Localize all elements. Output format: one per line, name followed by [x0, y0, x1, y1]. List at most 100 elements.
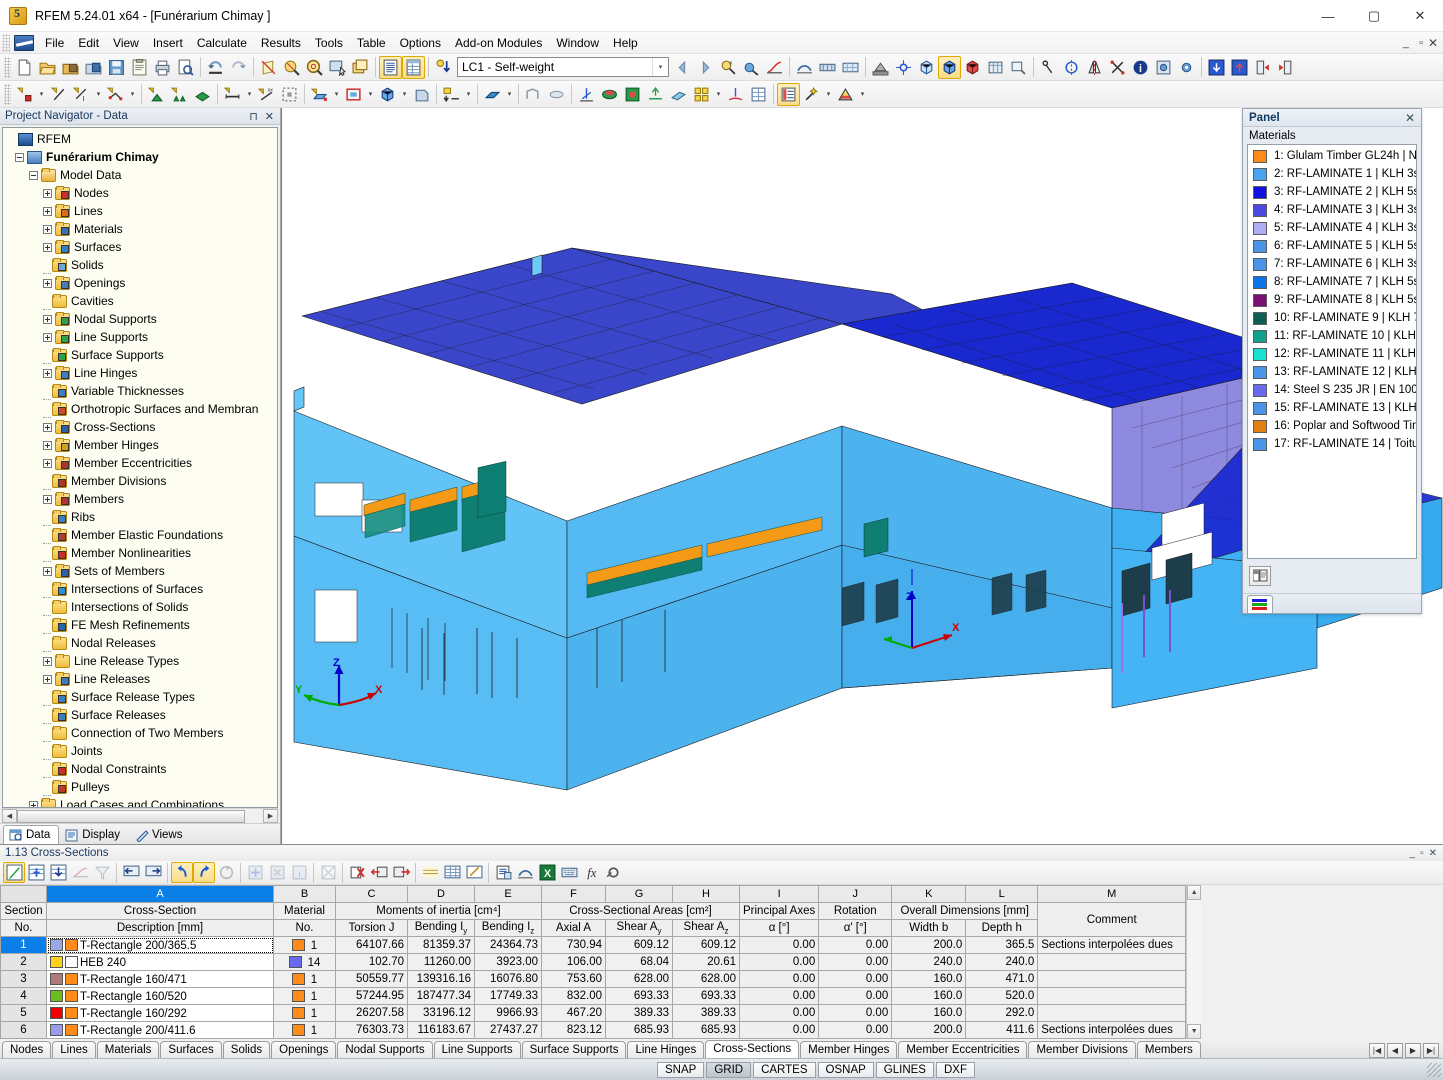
edit-surface-dropdown[interactable]: ▾ — [504, 83, 515, 106]
row-bending-iy[interactable]: 187477.34 — [408, 988, 475, 1005]
hscroll-right-button[interactable]: ▶ — [263, 809, 278, 823]
menu-window[interactable]: Window — [549, 33, 606, 53]
menu-edit[interactable]: Edit — [71, 33, 106, 53]
tree-collapser[interactable] — [29, 171, 38, 180]
grid-column-header-a[interactable]: A — [47, 886, 274, 903]
row-material-number[interactable]: 14 — [274, 954, 336, 971]
row-depth-h[interactable]: 411.6 — [966, 1022, 1038, 1039]
tree-expander[interactable] — [43, 315, 52, 324]
table-tab-line-hinges[interactable]: Line Hinges — [627, 1041, 704, 1058]
panel-tab-colors[interactable] — [1247, 595, 1273, 613]
row-torsion-j[interactable]: 102.70 — [336, 954, 408, 971]
tree-node-nodal-constraints[interactable]: Nodal Constraints — [3, 760, 277, 778]
new-opening-dropdown[interactable]: ▾ — [365, 83, 376, 106]
new-surface-icon[interactable] — [308, 83, 331, 106]
table-tab-first-button[interactable]: |◀ — [1369, 1043, 1385, 1058]
material-legend-item[interactable]: 12: RF-LAMINATE 11 | KLH 5 — [1248, 345, 1416, 363]
grid-column-header-e[interactable]: E — [475, 886, 542, 903]
tree-node-intersections-of-surfaces[interactable]: Intersections of Surfaces — [3, 580, 277, 598]
table-tab-last-button[interactable]: ▶| — [1423, 1043, 1439, 1058]
zoom-circle-icon[interactable] — [303, 56, 326, 79]
table-row[interactable]: 6T-Rectangle 200/411.6176303.73116183.67… — [1, 1022, 1186, 1039]
table-formula-icon[interactable]: fx — [580, 862, 602, 883]
material-legend-item[interactable]: 15: RF-LAMINATE 13 | KLH-5 — [1248, 399, 1416, 417]
tree-node-member-nonlinearities[interactable]: Member Nonlinearities — [3, 544, 277, 562]
model-viewport[interactable]: Z X Z X Y — [281, 108, 1443, 844]
menu-table[interactable]: Table — [350, 33, 393, 53]
tree-collapser[interactable] — [15, 153, 24, 162]
tree-node-line-supports[interactable]: Line Supports — [3, 328, 277, 346]
row-rotation-alpha[interactable]: 0.00 — [819, 954, 892, 971]
table-render-icon[interactable] — [514, 862, 536, 883]
table-shift-right-icon[interactable] — [390, 862, 412, 883]
tree-node-line-release-types[interactable]: Line Release Types — [3, 652, 277, 670]
panel-close-icon[interactable]: ✕ — [1405, 111, 1415, 125]
table-refresh-icon[interactable] — [215, 862, 237, 883]
axis-display-icon[interactable] — [575, 83, 598, 106]
table-tab-nodal-supports[interactable]: Nodal Supports — [337, 1041, 432, 1058]
grid-column-header-m[interactable]: M — [1038, 886, 1186, 903]
tree-node-member-elastic-foundations[interactable]: Member Elastic Foundations — [3, 526, 277, 544]
new-member-xx-icon[interactable]: xx — [255, 83, 278, 106]
table-remove-icon[interactable] — [266, 862, 288, 883]
row-rotation-alpha[interactable]: 0.00 — [819, 971, 892, 988]
row-principal-alpha[interactable]: 0.00 — [740, 1022, 819, 1039]
materials-legend-list[interactable]: 1: Glulam Timber GL24h | NF2: RF-LAMINAT… — [1247, 144, 1417, 559]
row-width-b[interactable]: 160.0 — [892, 1005, 966, 1022]
material-legend-item[interactable]: 4: RF-LAMINATE 3 | KLH 3s — [1248, 201, 1416, 219]
row-section-number[interactable]: 2 — [1, 954, 47, 971]
close-button[interactable]: ✕ — [1397, 0, 1443, 32]
tree-expander[interactable] — [43, 225, 52, 234]
tree-expander[interactable] — [43, 189, 52, 198]
grid-column-header-l[interactable]: L — [966, 886, 1038, 903]
row-torsion-j[interactable]: 76303.73 — [336, 1022, 408, 1039]
grid-column-header-j[interactable]: J — [819, 886, 892, 903]
menubar-grip[interactable] — [2, 34, 10, 52]
row-torsion-j[interactable]: 64107.66 — [336, 937, 408, 954]
menu-tools[interactable]: Tools — [308, 33, 350, 53]
row-shear-az[interactable]: 20.61 — [673, 954, 740, 971]
row-cross-section-description[interactable]: T-Rectangle 200/411.6 — [47, 1022, 274, 1039]
table-chart-icon[interactable] — [69, 862, 91, 883]
row-bending-iy[interactable]: 116183.67 — [408, 1022, 475, 1039]
tree-node-joints[interactable]: Joints — [3, 742, 277, 760]
grid-column-header-d[interactable]: D — [408, 886, 475, 903]
table-row[interactable]: 3T-Rectangle 160/471150559.77139316.1616… — [1, 971, 1186, 988]
tree-node-cross-sections[interactable]: Cross-Sections — [3, 418, 277, 436]
grid-column-header-g[interactable]: G — [606, 886, 673, 903]
row-section-number[interactable]: 4 — [1, 988, 47, 1005]
new-solid-icon[interactable] — [376, 83, 399, 106]
table-minimize-button[interactable]: _ — [1410, 848, 1416, 859]
row-shear-ay[interactable]: 68.04 — [606, 954, 673, 971]
show-table-icon[interactable] — [379, 56, 402, 79]
render-isosurface-icon[interactable] — [621, 83, 644, 106]
prev-load-case-icon[interactable] — [671, 56, 694, 79]
tree-node-pulleys[interactable]: Pulleys — [3, 778, 277, 796]
row-torsion-j[interactable]: 50559.77 — [336, 971, 408, 988]
tree-node-nodal-supports[interactable]: Nodal Supports — [3, 310, 277, 328]
table-maximize-button[interactable]: ▫ — [1420, 848, 1424, 859]
result-curve-icon[interactable] — [763, 56, 786, 79]
menu-options[interactable]: Options — [393, 33, 448, 53]
tree-expander[interactable] — [43, 495, 52, 504]
maximize-button[interactable]: ▢ — [1351, 0, 1397, 32]
row-width-b[interactable]: 200.0 — [892, 937, 966, 954]
grid-scroll-track[interactable] — [1187, 900, 1201, 1024]
row-principal-alpha[interactable]: 0.00 — [740, 954, 819, 971]
row-shear-ay[interactable]: 609.12 — [606, 937, 673, 954]
color-scale-dropdown[interactable]: ▾ — [857, 83, 868, 106]
row-rotation-alpha[interactable]: 0.00 — [819, 1022, 892, 1039]
row-torsion-j[interactable]: 57244.95 — [336, 988, 408, 1005]
table-tab-member-divisions[interactable]: Member Divisions — [1028, 1041, 1135, 1058]
color-surfaces-icon[interactable] — [598, 83, 621, 106]
menu-results[interactable]: Results — [254, 33, 308, 53]
new-polyline-icon[interactable] — [104, 83, 127, 106]
add-node-marker-icon[interactable] — [644, 83, 667, 106]
table-tab-next-button[interactable]: ▶ — [1405, 1043, 1421, 1058]
result-table-icon[interactable] — [747, 83, 770, 106]
row-cross-section-description[interactable]: T-Rectangle 200/365.5 — [47, 937, 274, 954]
info-icon[interactable]: i — [1129, 56, 1152, 79]
status-glines-toggle[interactable]: GLINES — [876, 1062, 934, 1078]
material-legend-item[interactable]: 2: RF-LAMINATE 1 | KLH 3s — [1248, 165, 1416, 183]
new-dimension-icon[interactable]: I — [70, 83, 93, 106]
